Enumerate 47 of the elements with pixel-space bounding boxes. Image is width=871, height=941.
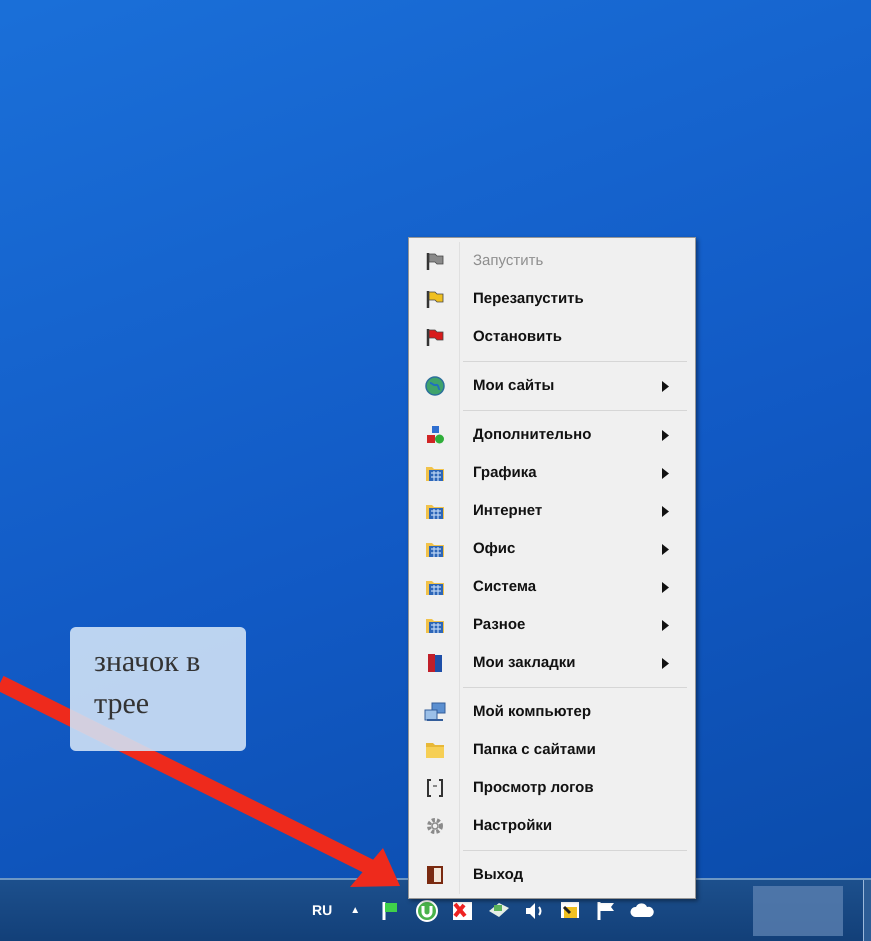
menu-item[interactable]: Мои сайты: [409, 367, 695, 405]
menu-item[interactable]: Мой компьютер: [409, 693, 695, 731]
menu-item-label: Дополнительно: [472, 424, 592, 445]
menu-item[interactable]: Разное: [409, 606, 695, 644]
menu-item-label: Мои закладки: [472, 652, 576, 673]
menu-item-label: Графика: [472, 462, 538, 483]
menu-item-label: Система: [472, 576, 538, 597]
document-icon: [425, 778, 445, 798]
globe-icon: [425, 376, 445, 396]
menu-item[interactable]: Дополнительно: [409, 416, 695, 454]
folder-icon: [425, 740, 445, 760]
exit-door-icon: [425, 865, 445, 885]
language-indicator[interactable]: RU: [312, 900, 332, 921]
menu-item-label: Просмотр логов: [472, 778, 595, 798]
menu-item-label: Интернет: [472, 500, 544, 521]
menu-item-label: Офис: [472, 538, 516, 559]
flag-icon: [425, 289, 445, 309]
computer-icon: [424, 702, 446, 722]
menu-item[interactable]: Интернет: [409, 492, 695, 530]
menu-item[interactable]: Система: [409, 568, 695, 606]
tray-expand-button[interactable]: ▲: [350, 903, 360, 918]
flag-icon: [425, 251, 445, 271]
menu-item-label: Настройки: [472, 816, 554, 836]
settings-icon: [425, 816, 445, 836]
menu-item[interactable]: Мои закладки: [409, 644, 695, 682]
menu-item[interactable]: Графика: [409, 454, 695, 492]
menu-item-label: Папка с сайтами: [472, 740, 597, 760]
show-desktop-button[interactable]: [863, 880, 871, 941]
menu-item[interactable]: Офис: [409, 530, 695, 568]
torrent-icon[interactable]: [414, 898, 440, 922]
menu-item[interactable]: Перезапустить: [409, 280, 695, 318]
menu-item[interactable]: Просмотр логов: [409, 769, 695, 807]
bookmarks-icon: [425, 653, 445, 673]
menu-item-label: Мои сайты: [472, 376, 556, 396]
callout-text: значок в трее: [94, 644, 202, 722]
menu-item[interactable]: Остановить: [409, 318, 695, 356]
flag-icon: [425, 327, 445, 347]
menu-item[interactable]: Папка с сайтами: [409, 731, 695, 769]
menu-item[interactable]: Выход: [409, 856, 695, 894]
menu-item-label: Мой компьютер: [472, 702, 592, 722]
menu-item-label: Перезапустить: [472, 288, 585, 309]
menu-item-label: Выход: [472, 864, 524, 885]
menu-item-label: Разное: [472, 614, 526, 635]
colored-blocks-icon: [425, 425, 445, 445]
menu-item[interactable]: Настройки: [409, 807, 695, 845]
menu-item-label: Остановить: [472, 326, 563, 347]
menu-item-label: Запустить: [472, 250, 544, 271]
